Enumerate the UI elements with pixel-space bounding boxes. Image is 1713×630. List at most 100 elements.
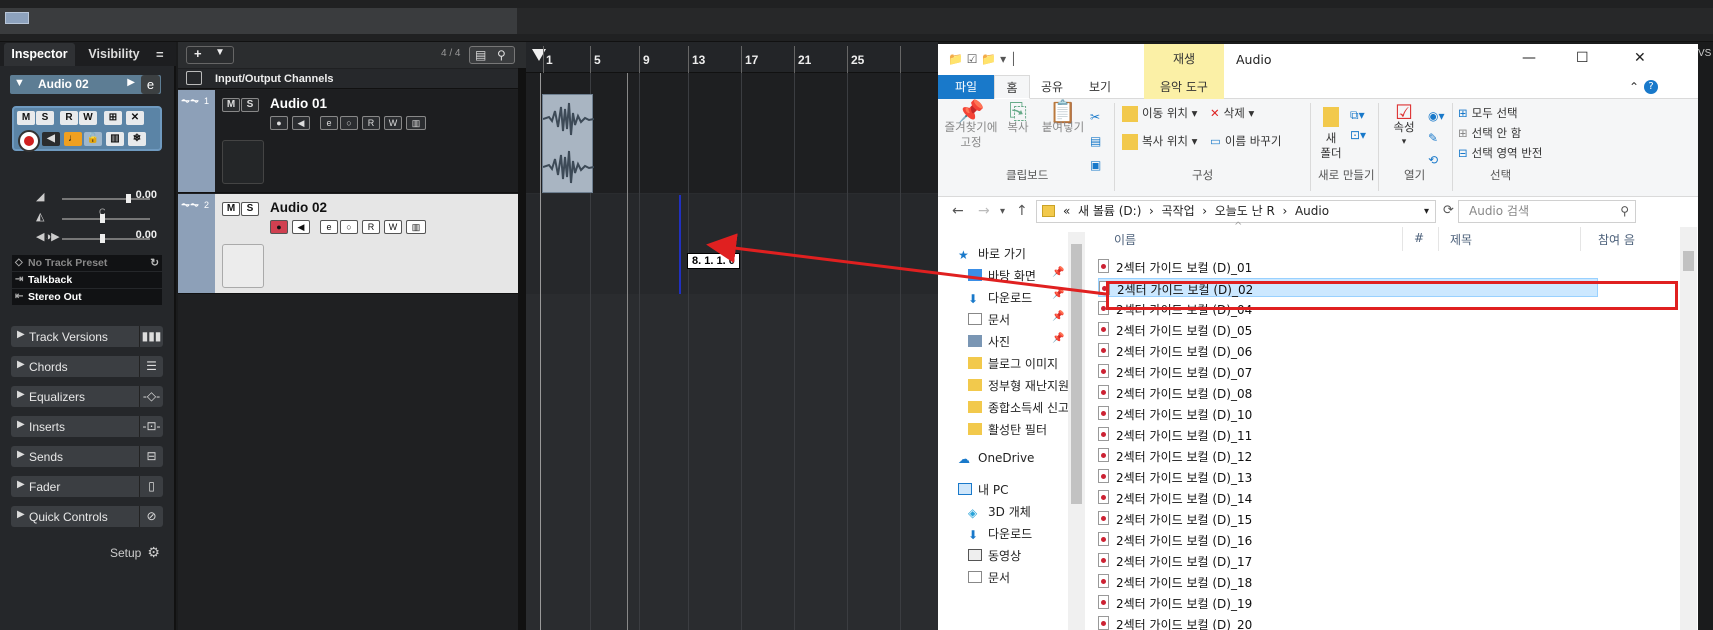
nav-item-desktop[interactable]: 바탕 화면 📌 (968, 267, 1064, 284)
record-enable-button[interactable] (18, 130, 40, 152)
file-list-item[interactable]: 2섹터 가이드 보컬 (D)_11 (1098, 425, 1598, 444)
timebase-icon[interactable]: ♩ (64, 132, 82, 146)
input-routing[interactable]: ⇥ Talkback (12, 272, 162, 288)
nav-item-documents[interactable]: 문서 📌 (968, 311, 1064, 328)
collapse-icon[interactable]: ▼ (14, 77, 25, 89)
quick-access-toolbar[interactable]: 📁 ☑ 📁 ▾ │ (948, 52, 1017, 66)
breadcrumb-current[interactable]: Audio (1295, 204, 1329, 218)
nav-item-folder[interactable]: 종합소득세 신고 (968, 399, 1069, 416)
track-name[interactable]: Audio 02 (270, 200, 327, 215)
new-folder-button[interactable]: 새 폴더 (1316, 105, 1346, 161)
mute-button[interactable]: M (222, 98, 240, 112)
select-none-button[interactable]: ⊞ 선택 안 함 (1458, 125, 1521, 141)
monitor-button[interactable]: ◀ (42, 132, 60, 146)
file-list-item[interactable]: 2섹터 가이드 보컬 (D)_12 (1098, 446, 1598, 465)
scrollbar-thumb[interactable] (1071, 244, 1082, 504)
file-list-item[interactable]: 2섹터 가이드 보컬 (D)_13 (1098, 467, 1598, 486)
file-list-item[interactable]: 2섹터 가이드 보컬 (D)_17 (1098, 551, 1598, 570)
volume-knob[interactable] (126, 194, 131, 203)
track-row[interactable]: ⏦⏦ 1 MS Audio 01 ● ◀ e ○ R W ▥ (178, 90, 518, 193)
back-arrow-icon[interactable]: ← (952, 203, 964, 219)
track2-lane[interactable] (526, 194, 938, 294)
column-header-participants[interactable]: 참여 음 (1598, 231, 1635, 248)
new-item-icons[interactable]: ⧉▾ ⊡▾ (1350, 105, 1366, 145)
file-list-item[interactable]: 2섹터 가이드 보컬 (D)_19 (1098, 593, 1598, 612)
pan-knob[interactable] (100, 214, 105, 223)
explorer-titlebar[interactable]: 📁 ☑ 📁 ▾ │ 재생 Audio — ☐ ✕ (938, 44, 1698, 75)
timebase-icon[interactable]: ○ (340, 220, 358, 234)
output-routing[interactable]: ⇤ Stereo Out (12, 289, 162, 305)
record-enable-button[interactable]: ● (270, 116, 288, 130)
track-preset[interactable]: ◇ No Track Preset ↻ (12, 255, 162, 271)
recent-chevron-icon[interactable]: ▾ (1000, 206, 1005, 217)
tab-view[interactable]: 보기 (1082, 75, 1118, 99)
volume-row[interactable]: ◢ 0.00 (10, 188, 165, 206)
section-equalizers[interactable]: ▶ Equalizers -◇- (11, 386, 163, 407)
rename-button[interactable]: ▭ 이름 바꾸기 (1210, 133, 1281, 149)
write-button[interactable]: W (384, 116, 402, 130)
nav-item-this-pc[interactable]: 내 PC (958, 481, 1008, 498)
file-list-item[interactable]: 2섹터 가이드 보컬 (D)_16 (1098, 530, 1598, 549)
nav-item-documents[interactable]: 문서 (968, 569, 1010, 586)
timeline-ruler[interactable]: 1 5 9 13 17 21 25 (526, 42, 938, 73)
section-track-versions[interactable]: ▶ Track Versions ▮▮▮ (11, 326, 163, 347)
delay-knob[interactable] (100, 234, 105, 243)
folder-track[interactable]: Input/Output Channels (178, 69, 518, 89)
breadcrumb-folder[interactable]: 곡작업 (1161, 204, 1194, 218)
project-event-display[interactable]: 1 5 9 13 17 21 25 (526, 42, 938, 630)
close-icon[interactable]: ✕ (1634, 50, 1646, 66)
setup-button[interactable]: Setup ⚙ (110, 544, 160, 561)
invert-selection-button[interactable]: ⊟ 선택 영역 반전 (1458, 145, 1542, 161)
delay-row[interactable]: ◀◑▶ 0.00 (10, 228, 165, 246)
read-button[interactable]: R (362, 220, 380, 234)
paste-button[interactable]: 📋 붙여넣기 (1038, 102, 1088, 135)
timebase-icon[interactable]: ○ (340, 116, 358, 130)
section-fader[interactable]: ▶ Fader ▯ (11, 476, 163, 497)
tab-inspector[interactable]: Inspector (4, 43, 75, 66)
lock-icon[interactable]: 🔓 (84, 132, 102, 146)
read-button[interactable]: R (362, 116, 380, 130)
nav-item-downloads[interactable]: ⬇ 다운로드 📌 (968, 289, 1064, 306)
tab-visibility[interactable]: Visibility (82, 43, 146, 66)
search-icon[interactable]: ⚲ (497, 48, 506, 62)
record-enable-button[interactable]: ● (270, 220, 288, 234)
section-quick-controls[interactable]: ▶ Quick Controls ⊘ (11, 506, 163, 527)
audio-event[interactable] (542, 94, 594, 193)
tab-file[interactable]: 파일 (938, 75, 994, 99)
select-all-button[interactable]: ⊞ 모두 선택 (1458, 105, 1518, 121)
edit-icon[interactable]: e (320, 220, 338, 234)
track-row[interactable]: ⏦⏦ 2 MS Audio 02 ● ◀ e ○ R W ▥ (178, 194, 518, 294)
nav-item-videos[interactable]: 동영상 (968, 547, 1021, 564)
nav-item-downloads[interactable]: ⬇ 다운로드 (968, 525, 1032, 542)
inspector-track-header[interactable]: ▼ Audio 02 ▶ e (10, 75, 161, 94)
write-button[interactable]: W (384, 220, 402, 234)
reset-icon[interactable]: ↻ (150, 255, 159, 271)
move-to-button[interactable]: 이동 위치 ▾ (1122, 105, 1197, 122)
lane-icon[interactable]: ⊞ (104, 111, 122, 125)
monitor-button[interactable]: ◀ (292, 220, 310, 234)
pin-quick-access-button[interactable]: 📌 즐겨찾기에 고정 (944, 102, 998, 150)
edit-channel-icon[interactable]: e (141, 75, 160, 94)
snowflake-icon[interactable]: ❄ (128, 132, 146, 146)
file-list-item[interactable]: 2섹터 가이드 보컬 (D)_01 (1098, 257, 1598, 276)
lanes-icon[interactable]: ▥ (406, 116, 426, 130)
tab-home[interactable]: 홈 (994, 75, 1030, 99)
monitor-button[interactable]: ◀ (292, 116, 310, 130)
edit-icon[interactable]: e (320, 116, 338, 130)
column-header-title[interactable]: 제목 (1450, 231, 1472, 248)
breadcrumb-folder[interactable]: 오늘도 난 R (1215, 204, 1275, 218)
file-list-item[interactable]: 2섹터 가이드 보컬 (D)_10 (1098, 404, 1598, 423)
file-list-item[interactable]: 2섹터 가이드 보컬 (D)_06 (1098, 341, 1598, 360)
overview-marker[interactable] (5, 12, 29, 24)
lanes-icon[interactable]: ▥ (406, 220, 426, 234)
breadcrumb-drive[interactable]: 새 볼륨 (D:) (1078, 204, 1141, 218)
pan-slider[interactable] (62, 218, 150, 220)
nav-item-onedrive[interactable]: ☁ OneDrive (958, 451, 1034, 466)
column-header-number[interactable]: # (1414, 231, 1424, 245)
mute-button[interactable]: M (17, 111, 35, 125)
forward-arrow-icon[interactable]: → (978, 203, 990, 219)
lanes-icon[interactable]: ▥ (106, 132, 124, 146)
column-separator[interactable] (1402, 227, 1403, 251)
nav-pane-scrollbar[interactable] (1068, 232, 1085, 630)
track-name[interactable]: Audio 01 (270, 96, 327, 111)
